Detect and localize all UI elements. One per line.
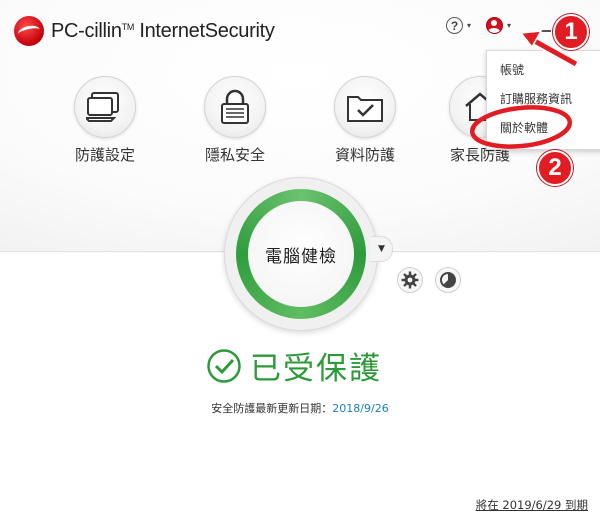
chevron-down-icon: ▾ (467, 21, 472, 30)
account-menu: 帳號 訂購服務資訊 關於軟體 (486, 50, 600, 150)
menu-item-about[interactable]: 關於軟體 (487, 114, 600, 143)
scan-button[interactable]: 電腦健檢 (248, 201, 354, 307)
app-window: PC-cillinTM InternetSecurity ? ▾ ▾ 防護設定 (0, 0, 600, 525)
app-title: PC-cillinTM InternetSecurity (51, 20, 275, 43)
status-label: 已受保護 (250, 351, 382, 387)
lock-icon (204, 76, 266, 138)
menu-item-account[interactable]: 帳號 (487, 56, 600, 85)
laptop-icon (74, 76, 136, 138)
minimize-button[interactable] (541, 30, 551, 32)
trend-micro-ball-icon (14, 16, 44, 46)
help-icon: ? (446, 17, 463, 34)
feature-privacy[interactable]: 隱私安全 (185, 76, 285, 165)
feature-data-protection[interactable]: 資料防護 (315, 76, 415, 165)
expiry-link[interactable]: 將在 2019/6/29 到期 (476, 497, 588, 513)
security-report-button[interactable] (435, 267, 461, 293)
menu-item-subscription-info[interactable]: 訂購服務資訊 (487, 85, 600, 114)
update-date: 2018/9/26 (332, 402, 389, 415)
annotation-step-1: 1 (553, 14, 589, 50)
help-button[interactable]: ? ▾ (446, 17, 471, 34)
scan-settings-button[interactable] (397, 267, 423, 293)
account-button[interactable]: ▾ (486, 17, 511, 34)
brand-suffix: InternetSecurity (139, 19, 275, 42)
feature-label: 隱私安全 (204, 146, 265, 164)
last-update-text: 安全防護最新更新日期：2018/9/26 (0, 400, 600, 416)
feature-label: 資料防護 (334, 146, 395, 164)
scan-options-button[interactable]: ▼ (371, 236, 393, 262)
feature-protection-settings[interactable]: 防護設定 (55, 76, 155, 165)
brand-prefix: PC-cillin (51, 19, 122, 42)
protection-status: 已受保護 (206, 343, 382, 388)
chevron-down-icon: ▾ (507, 21, 512, 30)
feature-label: 防護設定 (74, 146, 135, 164)
annotation-step-2: 2 (537, 150, 573, 186)
app-logo: PC-cillinTM InternetSecurity (14, 16, 275, 46)
check-circle-icon (207, 348, 241, 383)
user-icon (486, 17, 503, 34)
gear-icon (401, 271, 419, 289)
update-prefix: 安全防護最新更新日期： (211, 402, 333, 415)
brand-tm: TM (121, 21, 135, 32)
caret-down-icon: ▼ (378, 244, 385, 254)
folder-check-icon (334, 76, 396, 138)
pie-chart-icon (440, 272, 456, 288)
scan-button-wrapper: 電腦健檢 (224, 177, 378, 331)
scan-label: 電腦健檢 (265, 246, 337, 267)
